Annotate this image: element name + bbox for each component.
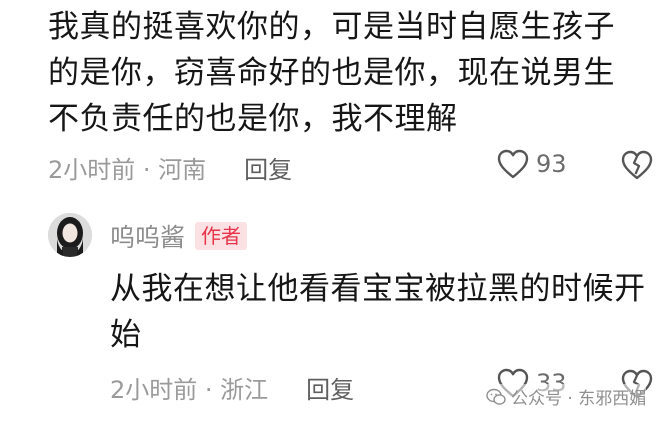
comment-line: 的是你，窃喜命好的也是你，现在说男生 — [48, 55, 615, 91]
comment-line: 不负责任的也是你，我不理解 — [48, 101, 458, 137]
reply-meta: 2小时前 · 浙江 回复 — [110, 370, 354, 405]
watermark: 公众号 · 东邪西媚 — [486, 384, 647, 409]
reply-button[interactable]: 回复 — [244, 150, 292, 185]
username[interactable]: 呜呜酱 — [110, 218, 185, 254]
reply-text: 从我在想让他看看宝宝被拉黑的时候开 始 — [110, 266, 650, 358]
comment-text: 我真的挺喜欢你的，可是当时自愿生孩子 的是你，窃喜命好的也是你，现在说男生 不负… — [48, 4, 628, 142]
comment-time-location: 2小时前 · 河南 — [48, 156, 207, 184]
reply-line: 从我在想让他看看宝宝被拉黑的时候开 — [110, 271, 646, 307]
avatar-image — [48, 213, 92, 257]
comment-meta: 2小时前 · 河南 回复 — [48, 150, 292, 185]
comment-line: 我真的挺喜欢你的，可是当时自愿生孩子 — [48, 9, 615, 45]
like-count: 93 — [536, 150, 567, 178]
wechat-icon — [486, 388, 506, 405]
watermark-text: 公众号 · 东邪西媚 — [511, 389, 647, 409]
avatar[interactable] — [48, 213, 92, 257]
broken-heart-icon — [621, 150, 653, 180]
dislike-button[interactable] — [620, 149, 654, 185]
reply-line: 始 — [110, 317, 142, 353]
author-badge: 作者 — [195, 222, 248, 250]
reply-button[interactable]: 回复 — [306, 370, 354, 405]
like-button[interactable]: 93 — [496, 148, 567, 180]
heart-icon — [497, 149, 529, 179]
reply-header: 呜呜酱 作者 — [110, 218, 248, 254]
reply-time-location: 2小时前 · 浙江 — [110, 376, 269, 404]
